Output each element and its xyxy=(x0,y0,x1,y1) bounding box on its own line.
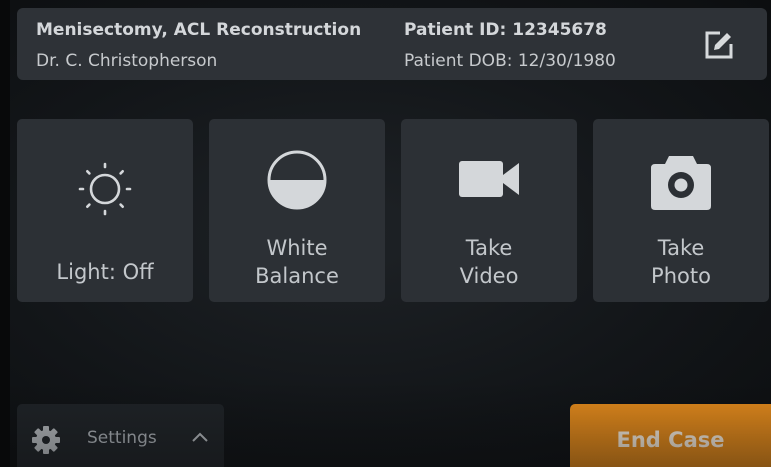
patient-id: Patient ID: 12345678 xyxy=(404,20,607,40)
take-photo-label-line-1: Take xyxy=(657,236,705,260)
take-video-label-line-2: Video xyxy=(459,264,519,288)
white-balance-label-line-2: Balance xyxy=(255,264,339,288)
white-balance-label: White Balance xyxy=(209,234,385,290)
sun-icon xyxy=(78,162,132,216)
chevron-up-icon xyxy=(192,432,208,442)
doctor-name: Dr. C. Christopherson xyxy=(36,51,218,71)
case-header: Menisectomy, ACL Reconstruction Dr. C. C… xyxy=(17,8,767,80)
white-balance-label-line-1: White xyxy=(266,236,328,260)
light-toggle-button[interactable]: Light: Off xyxy=(17,119,193,302)
take-video-label: Take Video xyxy=(401,234,577,290)
procedure-name: Menisectomy, ACL Reconstruction xyxy=(36,20,362,40)
take-video-label-line-1: Take xyxy=(465,236,513,260)
light-label-line-2: Light: Off xyxy=(56,260,154,284)
gear-icon xyxy=(32,426,60,454)
take-photo-button[interactable]: Take Photo xyxy=(593,119,769,302)
edit-icon xyxy=(705,31,733,59)
end-case-label: End Case xyxy=(616,427,725,452)
video-camera-icon xyxy=(459,161,519,197)
take-video-button[interactable]: Take Video xyxy=(401,119,577,302)
end-case-button[interactable]: End Case xyxy=(570,404,771,467)
patient-dob: Patient DOB: 12/30/1980 xyxy=(404,51,616,71)
white-balance-button[interactable]: White Balance xyxy=(209,119,385,302)
light-label: Light: Off xyxy=(17,258,193,286)
take-photo-label-line-2: Photo xyxy=(651,264,711,288)
settings-label: Settings xyxy=(87,428,157,448)
edit-case-button[interactable] xyxy=(699,25,739,65)
white-balance-icon xyxy=(267,150,327,210)
screen-edge xyxy=(0,0,10,467)
camera-icon xyxy=(651,156,711,210)
settings-button[interactable]: Settings xyxy=(17,404,224,467)
take-photo-label: Take Photo xyxy=(593,234,769,290)
